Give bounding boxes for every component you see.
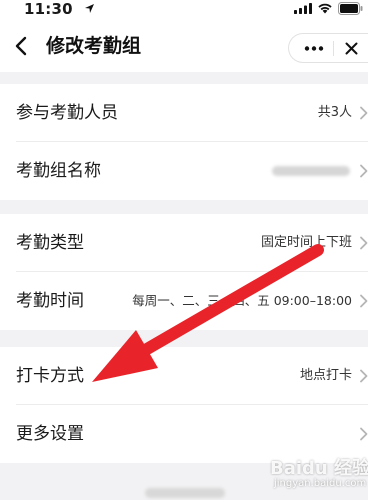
chevron-right-icon: [360, 164, 368, 178]
status-time: 11:30: [24, 0, 73, 18]
close-icon[interactable]: [345, 42, 358, 55]
page-title: 修改考勤组: [46, 35, 142, 57]
more-dots-icon[interactable]: [304, 46, 324, 51]
baidu-watermark: Baidu 经验 jingyan.baidu.com: [266, 452, 368, 496]
location-arrow-icon: [85, 4, 94, 13]
settings-group-punch: 打卡方式 地点打卡 更多设置: [0, 347, 368, 463]
row-punch-method[interactable]: 打卡方式 地点打卡: [0, 347, 368, 405]
row-label: 考勤时间: [16, 291, 84, 311]
settings-group-schedule: 考勤类型 固定时间上下班 考勤时间 每周一、二、三、四、五 09:00–18:0…: [0, 214, 368, 330]
signal-icon: [294, 3, 312, 14]
watermark-brand: Baidu 经验: [270, 458, 368, 479]
row-label: 打卡方式: [16, 366, 84, 386]
nav-bar: 修改考勤组: [0, 20, 368, 72]
mini-program-capsule: [288, 33, 368, 63]
row-label: 更多设置: [16, 424, 84, 444]
row-attendance-type[interactable]: 考勤类型 固定时间上下班: [0, 214, 368, 272]
row-attendance-time[interactable]: 考勤时间 每周一、二、三、四、五 09:00–18:00: [0, 272, 368, 330]
chevron-right-icon: [360, 106, 368, 120]
row-attendance-members[interactable]: 参与考勤人员 共3人: [0, 84, 368, 142]
row-value: 地点打卡: [299, 368, 352, 383]
chevron-right-icon: [360, 369, 368, 383]
row-label: 考勤类型: [16, 233, 84, 253]
row-label: 考勤组名称: [16, 161, 101, 181]
watermark-url: jingyan.baidu.com: [274, 478, 367, 489]
row-value: 共3人: [317, 105, 352, 120]
settings-group-members: 参与考勤人员 共3人 考勤组名称: [0, 84, 368, 200]
battery-icon: [338, 2, 363, 15]
chevron-left-icon[interactable]: [14, 36, 28, 56]
chevron-right-icon: [360, 427, 368, 441]
row-value: 每周一、二、三、四、五 09:00–18:00: [132, 293, 352, 308]
chevron-right-icon: [360, 236, 368, 250]
wifi-icon: [318, 3, 332, 14]
row-label: 参与考勤人员: [16, 103, 118, 123]
redacted-bottom-text: [145, 488, 225, 498]
status-bar: 11:30: [0, 0, 368, 20]
chevron-right-icon: [360, 294, 368, 308]
row-value: 固定时间上下班: [260, 235, 352, 250]
row-attendance-group-name[interactable]: 考勤组名称: [0, 142, 368, 200]
capsule-divider: [333, 41, 334, 56]
redacted-group-name: [272, 166, 350, 176]
